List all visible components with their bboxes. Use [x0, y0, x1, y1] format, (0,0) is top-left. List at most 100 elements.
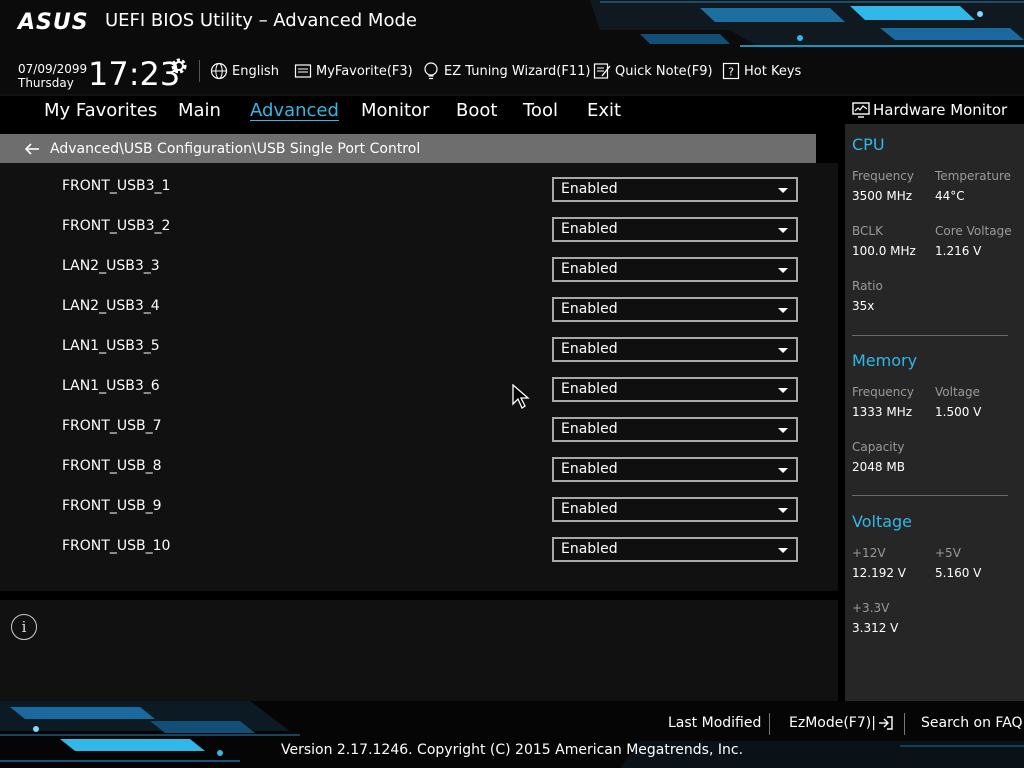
voltage-section-title: Voltage [852, 512, 913, 531]
dropdown-arrow-icon [778, 308, 788, 313]
day-text: Thursday [18, 76, 74, 90]
setting-label: FRONT_USB_9 [62, 498, 162, 514]
ez-tuning-wizard-label: EZ Tuning Wizard(F11) [444, 63, 591, 79]
tab-advanced[interactable]: Advanced [250, 100, 339, 121]
cpu-section-title: CPU [852, 135, 885, 154]
setting-row: FRONT_USB_7 Enabled [0, 415, 838, 455]
setting-dropdown[interactable]: Enabled [552, 377, 798, 402]
dropdown-arrow-icon [778, 348, 788, 353]
favorite-icon [294, 64, 312, 78]
last-modified-button[interactable]: Last Modified [668, 715, 761, 731]
setting-dropdown[interactable]: Enabled [552, 177, 798, 202]
setting-dropdown[interactable]: Enabled [552, 417, 798, 442]
header-bar: ASUS UEFI BIOS Utility – Advanced Mode 0… [0, 0, 1024, 96]
ez-tuning-wizard-button[interactable]: EZ Tuning Wizard(F11) [422, 59, 590, 83]
breadcrumb: Advanced\USB Configuration\USB Single Po… [0, 134, 816, 163]
dropdown-value: Enabled [561, 221, 618, 237]
voltage-3v3-value: 3.312 V [852, 621, 899, 635]
main-nav: My Favorites Main Advanced Monitor Boot … [0, 96, 838, 134]
voltage-12v-label: +12V [852, 546, 886, 560]
copyright-text: Version 2.17.1246. Copyright (C) 2015 Am… [280, 742, 744, 758]
dropdown-arrow-icon [778, 468, 788, 473]
setting-row: FRONT_USB_9 Enabled [0, 495, 838, 535]
setting-row: FRONT_USB3_2 Enabled [0, 215, 838, 255]
hardware-monitor-title: Hardware Monitor [873, 101, 1008, 119]
hot-keys-label: Hot Keys [744, 63, 802, 79]
hot-keys-button[interactable]: ? Hot Keys [722, 59, 801, 83]
setting-dropdown[interactable]: Enabled [552, 497, 798, 522]
footer-separator [904, 713, 905, 735]
hardware-monitor-header: Hardware Monitor [845, 96, 1024, 124]
setting-dropdown[interactable]: Enabled [552, 537, 798, 562]
setting-label: FRONT_USB_7 [62, 418, 162, 434]
memory-section-title: Memory [852, 351, 918, 370]
asus-logo: ASUS [18, 10, 89, 35]
memory-frequency-label: Frequency [852, 385, 914, 399]
setting-dropdown[interactable]: Enabled [552, 297, 798, 322]
setting-dropdown[interactable]: Enabled [552, 217, 798, 242]
section-divider [852, 495, 1008, 496]
tab-exit[interactable]: Exit [587, 100, 621, 121]
cpu-temperature-label: Temperature [935, 169, 1012, 183]
back-arrow-icon[interactable] [24, 142, 40, 156]
time-display: 17:23 [88, 55, 181, 93]
tab-boot[interactable]: Boot [456, 100, 497, 121]
setting-row: FRONT_USB_8 Enabled [0, 455, 838, 495]
dropdown-value: Enabled [561, 181, 618, 197]
voltage-5v-label: +5V [935, 546, 961, 560]
monitor-icon [852, 102, 870, 118]
date-display: 07/09/2099 Thursday [18, 62, 87, 90]
section-divider [852, 335, 1008, 336]
dropdown-value: Enabled [561, 541, 618, 557]
ezmode-button[interactable]: EzMode(F7)| [789, 715, 894, 731]
tab-my-favorites[interactable]: My Favorites [44, 100, 157, 121]
question-icon: ? [722, 62, 740, 80]
help-info-panel: i [0, 600, 838, 701]
quick-note-button[interactable]: Quick Note(F9) [593, 59, 713, 83]
dropdown-arrow-icon [778, 268, 788, 273]
quick-note-label: Quick Note(F9) [615, 63, 713, 79]
setting-label: LAN1_USB3_5 [62, 338, 160, 354]
setting-row: LAN2_USB3_4 Enabled [0, 295, 838, 335]
setting-dropdown[interactable]: Enabled [552, 337, 798, 362]
tab-tool[interactable]: Tool [523, 100, 558, 121]
app-title: UEFI BIOS Utility – Advanced Mode [105, 10, 417, 31]
mouse-cursor-icon [512, 384, 530, 409]
setting-label: LAN1_USB3_6 [62, 378, 160, 394]
tab-monitor[interactable]: Monitor [361, 100, 429, 121]
language-button[interactable]: English [210, 59, 279, 83]
memory-capacity-value: 2048 MB [852, 460, 905, 474]
search-faq-button[interactable]: Search on FAQ [921, 715, 1023, 731]
setting-row: LAN2_USB3_3 Enabled [0, 255, 838, 295]
svg-text:?: ? [728, 66, 734, 79]
dropdown-value: Enabled [561, 461, 618, 477]
language-label: English [232, 63, 279, 79]
settings-panel: FRONT_USB3_1 Enabled FRONT_USB3_2 Enable… [0, 163, 838, 591]
exit-arrow-icon [878, 716, 893, 730]
note-icon [593, 63, 611, 79]
cpu-core-voltage-label: Core Voltage [935, 224, 1012, 238]
tab-main[interactable]: Main [178, 100, 221, 121]
setting-label: LAN2_USB3_3 [62, 258, 160, 274]
footer-separator [769, 713, 770, 735]
myfavorite-button[interactable]: MyFavorite(F3) [294, 59, 413, 83]
setting-row: LAN1_USB3_6 Enabled [0, 375, 838, 415]
cpu-frequency-label: Frequency [852, 169, 914, 183]
gear-icon[interactable] [169, 56, 189, 76]
setting-label: FRONT_USB3_2 [62, 218, 171, 234]
dropdown-arrow-icon [778, 188, 788, 193]
toolbar-separator [199, 60, 200, 82]
dropdown-value: Enabled [561, 501, 618, 517]
setting-dropdown[interactable]: Enabled [552, 257, 798, 282]
setting-row: LAN1_USB3_5 Enabled [0, 335, 838, 375]
setting-label: FRONT_USB3_1 [62, 178, 171, 194]
dropdown-value: Enabled [561, 421, 618, 437]
cpu-bclk-value: 100.0 MHz [852, 244, 916, 258]
setting-dropdown[interactable]: Enabled [552, 457, 798, 482]
panel-divider [0, 591, 838, 600]
cpu-frequency-value: 3500 MHz [852, 189, 913, 203]
setting-row: FRONT_USB_10 Enabled [0, 535, 838, 575]
memory-frequency-value: 1333 MHz [852, 405, 913, 419]
dropdown-value: Enabled [561, 341, 618, 357]
info-icon: i [11, 614, 37, 640]
